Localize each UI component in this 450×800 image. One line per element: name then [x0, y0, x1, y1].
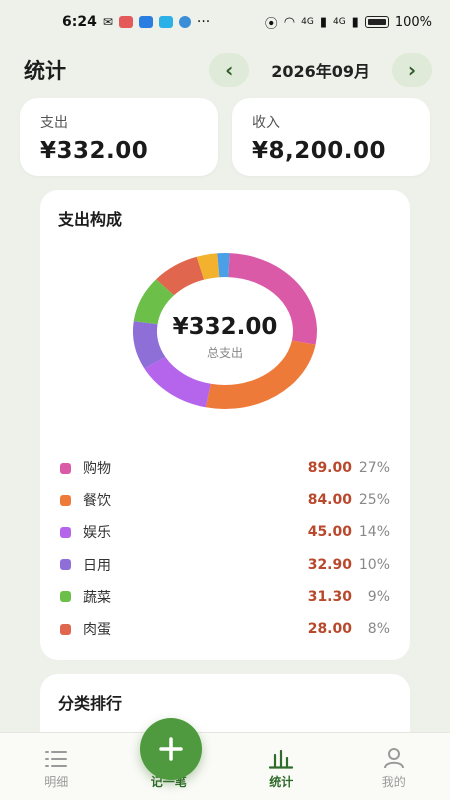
composition-title: 支出构成: [58, 210, 123, 229]
legend-percent: 27%: [358, 460, 390, 477]
legend-amount: 28.00: [307, 621, 352, 638]
signal-bars-icon: ▮: [319, 14, 327, 30]
nav-label-profile: 我的: [381, 775, 406, 789]
ranking-title: 分类排行: [58, 694, 123, 713]
battery-icon: [364, 16, 389, 28]
mail-icon: ✉: [102, 15, 113, 29]
donut-slice-7[interactable]: [217, 253, 230, 278]
list-icon: [45, 751, 68, 767]
legend-category-name: 娱乐: [83, 525, 111, 542]
app-notification-icon-2: [138, 16, 153, 28]
month-navigator: ‹ 2026年09月 ›: [209, 53, 432, 87]
legend-category-name: 购物: [83, 461, 111, 478]
legend-row[interactable]: 蔬菜 31.30 9%: [60, 581, 390, 613]
legend-row[interactable]: 娱乐 45.00 14%: [60, 516, 390, 548]
signal-label-1: 4G: [301, 17, 314, 27]
legend-color-swatch: [60, 591, 71, 603]
legend-color-swatch: [60, 494, 71, 506]
expense-value: ¥332.00: [40, 138, 149, 164]
battery-level: 100%: [394, 14, 432, 30]
prev-month-button[interactable]: ‹: [209, 53, 250, 87]
app-notification-icon-3: [158, 16, 173, 28]
bottom-nav: 明细 记一笔 统计 我的: [0, 732, 450, 800]
legend-percent: 8%: [367, 621, 390, 638]
bar-chart-icon: [269, 749, 294, 769]
legend-color-swatch: [60, 559, 71, 571]
nav-item-profile[interactable]: 我的: [338, 747, 450, 790]
legend-amount: 32.90: [307, 556, 352, 573]
expense-composition-card: 支出构成 ¥332.00 总支出 购物 89.00 27% 餐饮 84.00 25% 娱乐 4…: [40, 190, 410, 660]
legend-amount: 89.00: [307, 460, 352, 477]
donut-total: ¥332.00: [172, 314, 278, 340]
plus-icon: [159, 737, 183, 761]
donut-slice-2[interactable]: [144, 356, 211, 408]
donut-center: ¥332.00 总支出: [40, 314, 410, 361]
expense-label: 支出: [40, 115, 68, 131]
legend-row[interactable]: 餐饮 84.00 25%: [60, 484, 390, 516]
legend-category-name: 肉蛋: [83, 622, 111, 639]
app-notification-icon: [118, 16, 133, 28]
legend-color-swatch: [60, 623, 71, 635]
more-notifications-icon: ···: [196, 14, 211, 30]
chevron-right-icon: ›: [407, 58, 417, 82]
income-value: ¥8,200.00: [252, 138, 386, 164]
legend-color-swatch: [60, 526, 71, 538]
next-month-button[interactable]: ›: [392, 53, 432, 87]
location-icon: ⦿: [264, 16, 278, 32]
legend-percent: 10%: [358, 556, 390, 573]
legend-category-name: 蔬菜: [83, 589, 111, 606]
donut-chart: ¥332.00 总支出: [40, 248, 410, 428]
legend-percent: 25%: [358, 492, 390, 509]
nav-label-statistics: 统计: [269, 775, 294, 789]
legend-row[interactable]: 购物 89.00 27%: [60, 452, 390, 484]
month-label[interactable]: 2026年09月: [271, 58, 370, 82]
legend-amount: 31.30: [307, 588, 352, 605]
status-bar: 6:24 ✉ ··· ⦿ ◠ 4G ▮ 4G ▮ 100%: [0, 0, 450, 44]
category-legend: 购物 89.00 27% 餐饮 84.00 25% 娱乐 45.00 14% 日用 32.90 10%…: [60, 452, 390, 645]
legend-percent: 14%: [358, 524, 390, 541]
user-icon: [383, 748, 404, 769]
nav-item-details[interactable]: 明细: [0, 749, 113, 790]
legend-category-name: 餐饮: [83, 493, 111, 510]
wifi-icon: ◠: [283, 14, 296, 30]
legend-amount: 45.00: [307, 524, 352, 541]
add-record-button[interactable]: [140, 718, 202, 780]
legend-row[interactable]: 日用 32.90 10%: [60, 549, 390, 581]
legend-category-name: 日用: [83, 557, 111, 574]
legend-amount: 84.00: [307, 492, 352, 509]
nav-label-details: 明细: [44, 775, 69, 789]
legend-row[interactable]: 肉蛋 28.00 8%: [60, 613, 390, 645]
legend-color-swatch: [60, 462, 71, 474]
page-title: 统计: [24, 59, 66, 83]
signal-bars-icon-2: ▮: [351, 14, 359, 30]
expense-card[interactable]: 支出 ¥332.00: [20, 98, 218, 176]
status-time: 6:24: [62, 14, 97, 30]
summary-cards: 支出 ¥332.00 收入 ¥8,200.00: [20, 98, 430, 176]
nav-item-statistics[interactable]: 统计: [225, 749, 338, 790]
income-label: 收入: [252, 115, 280, 131]
app-notification-icon-4: [178, 16, 191, 28]
income-card[interactable]: 收入 ¥8,200.00: [232, 98, 430, 176]
header: 统计 ‹ 2026年09月 ›: [0, 44, 450, 96]
chevron-left-icon: ‹: [225, 58, 234, 82]
signal-label-2: 4G: [332, 17, 346, 27]
legend-percent: 9%: [367, 588, 390, 605]
donut-total-label: 总支出: [206, 346, 243, 360]
